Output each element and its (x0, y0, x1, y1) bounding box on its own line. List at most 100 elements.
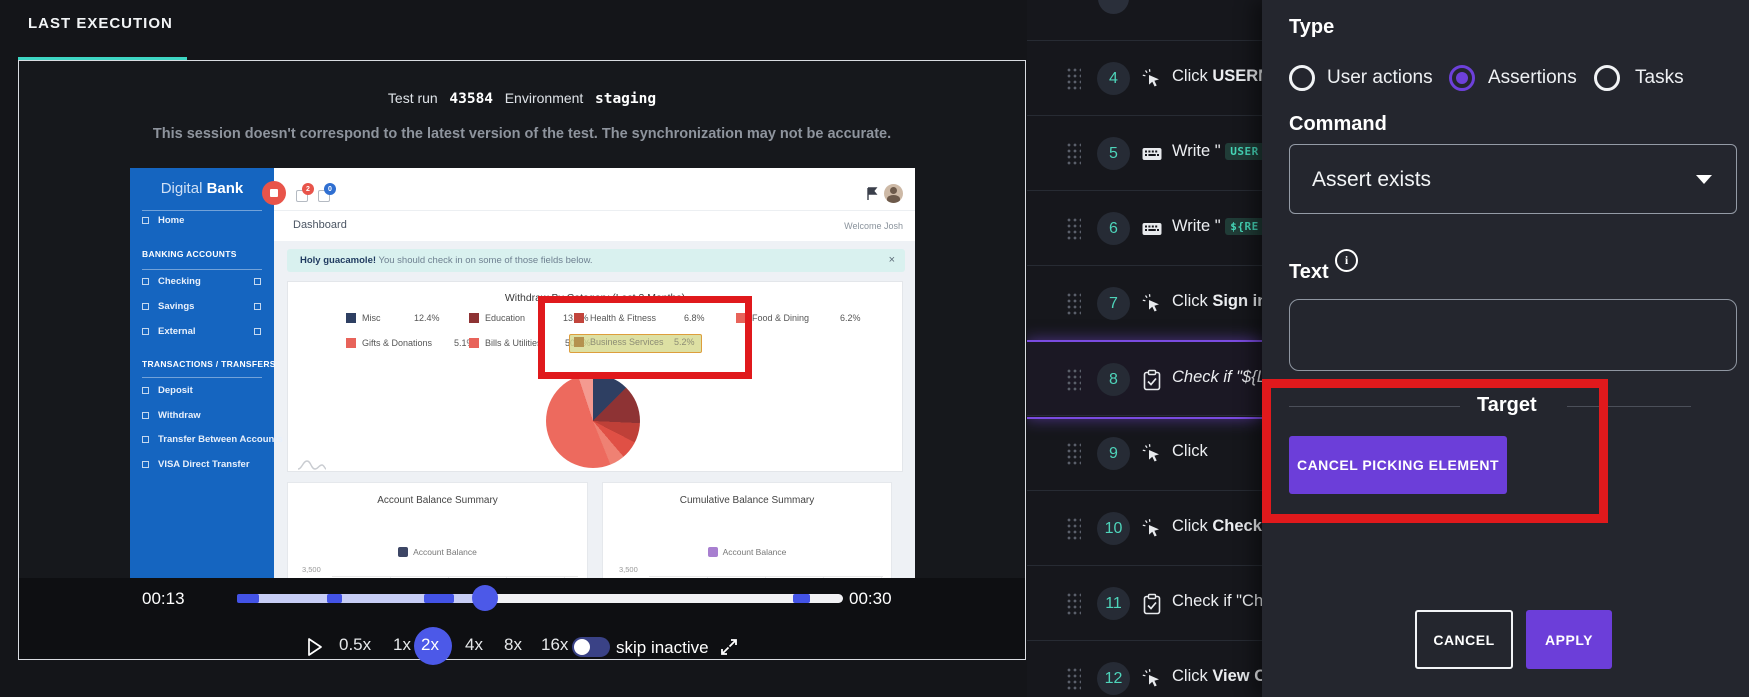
axis-tick: 3,500 (619, 565, 638, 574)
step-number-badge: 10 (1097, 512, 1130, 545)
square-bullet-icon (142, 387, 149, 394)
legend-swatch (469, 313, 479, 323)
speed-8x[interactable]: 8x (504, 635, 522, 655)
event-marker[interactable] (237, 594, 259, 603)
skip-inactive-toggle[interactable] (572, 637, 610, 657)
type-section-label: Type (1289, 16, 1335, 38)
speed-4x[interactable]: 4x (465, 635, 483, 655)
test-step-row-4[interactable]: 4 Click USERN (1027, 40, 1262, 116)
step-label: Click USERN (1172, 67, 1262, 85)
test-step-row-8[interactable]: 8 Check if "${L (1027, 340, 1262, 419)
bank-nav-item-transfer-between-accounts[interactable]: Transfer Between Accounts (130, 433, 283, 449)
account-balance-legend: Account Balance (413, 547, 477, 557)
drag-handle-icon[interactable] (1066, 517, 1081, 540)
current-time: 00:13 (142, 589, 185, 608)
bank-nav-item-deposit[interactable]: Deposit (130, 384, 274, 400)
step-label: Write " USER (1172, 142, 1262, 161)
play-icon[interactable] (303, 636, 325, 658)
test-step-row-6[interactable]: 6 Write " ${RE (1027, 190, 1262, 266)
withdraw-pie-chart (546, 374, 640, 468)
radio-label[interactable]: Tasks (1635, 67, 1684, 89)
speed-0.5x[interactable]: 0.5x (339, 635, 371, 655)
info-icon[interactable]: i (1335, 249, 1358, 272)
bank-nav-item-withdraw[interactable]: Withdraw (130, 409, 274, 425)
cancel-button[interactable]: CANCEL (1415, 610, 1513, 669)
square-bullet-icon (142, 436, 149, 443)
test-step-row-11[interactable]: 11 Check if "Ch (1027, 565, 1262, 641)
progress-bar[interactable] (237, 585, 843, 611)
sidebar-divider (142, 210, 262, 211)
test-step-row-9[interactable]: 9 Click (1027, 415, 1262, 491)
fullscreen-icon[interactable] (719, 637, 739, 657)
step-label: Write " ${RE (1172, 217, 1262, 236)
event-marker[interactable] (326, 594, 342, 603)
drag-handle-icon[interactable] (1066, 142, 1081, 165)
cursor-click-icon (1141, 293, 1163, 315)
legend-swatch (469, 338, 479, 348)
step-number-badge: 11 (1097, 587, 1130, 620)
step-number-badge: 9 (1097, 437, 1130, 470)
legend-item-misc: Misc 12.4% (346, 313, 440, 325)
event-marker[interactable] (792, 594, 810, 603)
square-bullet-icon (142, 303, 149, 310)
radio-label[interactable]: User actions (1327, 67, 1433, 89)
step-number-badge: 7 (1097, 287, 1130, 320)
test-step-row-7[interactable]: 7 Click Sign in (1027, 265, 1262, 341)
speed-16x[interactable]: 16x (541, 635, 568, 655)
cursor-click-icon (1141, 68, 1163, 90)
drag-handle-icon[interactable] (1066, 292, 1081, 315)
drag-handle-icon[interactable] (1066, 67, 1081, 90)
square-bullet-icon (142, 412, 149, 419)
variable-chip: ${RE (1225, 218, 1262, 235)
assertion-icon (1141, 593, 1163, 615)
legend-swatch (346, 338, 356, 348)
speed-1x[interactable]: 1x (393, 635, 411, 655)
test-step-row-5[interactable]: 5 Write " USER (1027, 115, 1262, 191)
environment-value: staging (594, 91, 657, 107)
avatar (884, 184, 903, 203)
drag-handle-icon[interactable] (1066, 368, 1081, 391)
video-frame-app-screenshot: Digital Bank Home BANKING ACCOUNTS Checkin… (130, 168, 915, 578)
mini-grid (649, 576, 883, 578)
speed-2x[interactable]: 2x (421, 635, 439, 655)
radio-tasks[interactable] (1594, 65, 1620, 91)
radio-user-actions[interactable] (1289, 65, 1315, 91)
apply-button[interactable]: APPLY (1526, 610, 1612, 669)
command-dropdown-value: Assert exists (1312, 168, 1432, 191)
step-properties-panel: Type User actions Assertions Tasks Command… (1262, 0, 1749, 697)
drag-handle-icon[interactable] (1066, 217, 1081, 240)
expand-square-icon (254, 328, 261, 335)
drag-handle-icon[interactable] (1066, 442, 1081, 465)
step-number-badge: 6 (1097, 212, 1130, 245)
step-number-badge: 5 (1097, 137, 1130, 170)
alert-rest-text: You should check in on some of those fie… (376, 255, 593, 266)
step-number-badge: 4 (1097, 62, 1130, 95)
text-input[interactable] (1289, 299, 1737, 371)
annotation-rect-target (1262, 379, 1608, 523)
cursor-click-icon (1141, 518, 1163, 540)
tab-last-execution[interactable]: LAST EXECUTION (28, 15, 173, 32)
test-step-row-10[interactable]: 10 Click Check (1027, 490, 1262, 566)
step-3-circle-partial (1098, 0, 1129, 14)
legend-swatch (346, 313, 356, 323)
radio-assertions[interactable] (1449, 65, 1475, 91)
bank-nav-item-home[interactable]: Home (130, 214, 274, 230)
radio-label[interactable]: Assertions (1488, 67, 1577, 89)
bank-nav-item-visa-direct-transfer[interactable]: VISA Direct Transfer (130, 458, 274, 474)
bank-nav-item-external[interactable]: External (130, 325, 274, 341)
step-number-badge: 8 (1097, 363, 1130, 396)
test-run-info: Test run 43584 Environment staging (18, 90, 1026, 107)
drag-handle-icon[interactable] (1066, 592, 1081, 615)
step-label: Check if "Ch (1172, 592, 1262, 610)
test-steps-list: 4 Click USERN 5 Write " USER 6 Write " ${RE 7 C… (1027, 0, 1262, 697)
bank-nav-item-savings[interactable]: Savings (130, 300, 274, 316)
event-marker[interactable] (423, 594, 454, 603)
legend-item-food-dining: Food & Dining 6.2% (736, 313, 861, 325)
alert-bold-text: Holy guacamole! (300, 255, 377, 266)
command-dropdown[interactable]: Assert exists (1289, 144, 1737, 214)
alert-close-icon[interactable]: × (889, 254, 895, 266)
drag-handle-icon[interactable] (1066, 667, 1081, 690)
test-step-row-12[interactable]: 12 Click View C (1027, 640, 1262, 697)
progress-thumb[interactable] (472, 585, 499, 611)
bank-nav-item-checking[interactable]: Checking (130, 275, 274, 291)
